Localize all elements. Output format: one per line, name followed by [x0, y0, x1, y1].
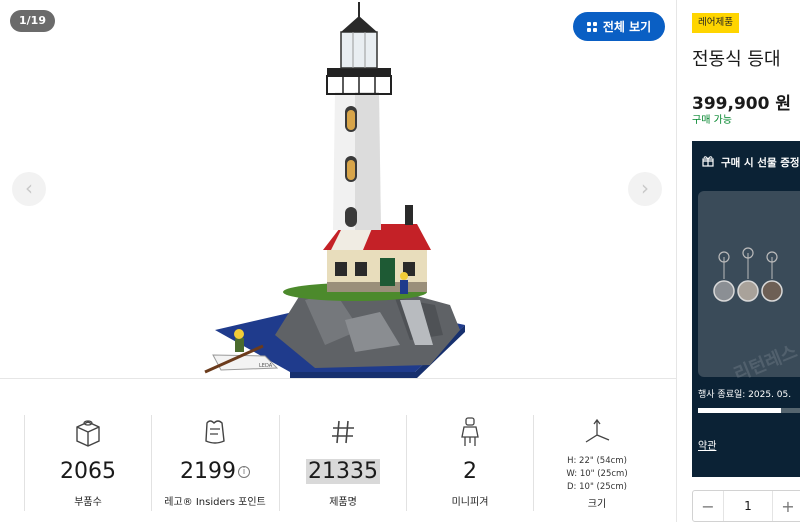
- spec-minifigures-label: 미니피겨: [451, 497, 489, 508]
- spec-item-number: 21335 제품명: [280, 415, 406, 511]
- prev-image-button[interactable]: ‹: [12, 172, 46, 206]
- spec-pieces-value: 2065: [60, 459, 116, 484]
- grid-icon: [586, 21, 597, 32]
- availability-status: 구매 가능: [692, 115, 732, 126]
- spec-pieces-label: 부품수: [74, 497, 102, 508]
- brick-icon: [25, 415, 151, 449]
- hash-icon: [280, 415, 406, 449]
- quantity-value[interactable]: 1: [723, 491, 773, 521]
- gift-promo-card: 구매 시 선물 증정 리턴레스 행사 종료일: 2025. 05. 약관: [692, 141, 800, 477]
- spec-item-number-value: 21335: [306, 459, 380, 484]
- minifigure-icon: [407, 415, 533, 449]
- spec-dimensions-label: 크기: [587, 499, 607, 510]
- gift-terms-link[interactable]: 약관: [698, 437, 716, 452]
- spec-minifigures-value: 2: [463, 459, 477, 484]
- spec-depth: D: 10" (25cm): [567, 482, 627, 492]
- view-all-label: 전체 보기: [602, 20, 652, 34]
- next-image-button[interactable]: ›: [628, 172, 662, 206]
- gift-progress-fill: [698, 408, 782, 413]
- spec-insiders-value: 2199: [180, 459, 236, 484]
- gift-progress-bar: [698, 408, 800, 413]
- spec-dimensions: H: 22" (54cm) W: 10" (25cm) D: 10" (25cm…: [534, 415, 660, 511]
- quantity-stepper: − 1 +: [692, 490, 800, 522]
- lighthouse-product-image: LEDA: [204, 2, 465, 378]
- spec-minifigures: 2 미니피겨: [407, 415, 533, 511]
- product-title: 전동식 등대: [692, 49, 781, 70]
- quantity-decrease-button[interactable]: −: [693, 497, 723, 516]
- product-specs: 2065 부품수 2199 i 레고® Insiders 포인트 21335 제품…: [0, 378, 676, 522]
- spec-width: W: 10" (25cm): [566, 469, 628, 479]
- spec-pieces: 2065 부품수: [25, 415, 151, 511]
- info-icon[interactable]: i: [238, 466, 250, 478]
- quantity-increase-button[interactable]: +: [773, 497, 800, 516]
- product-gallery: 1/19 전체 보기 ‹ › LEDA: [0, 0, 676, 378]
- spec-insiders-points: 2199 i 레고® Insiders 포인트: [152, 415, 278, 511]
- spec-height: H: 22" (54cm): [567, 456, 627, 466]
- image-counter: 1/19: [10, 10, 55, 32]
- gift-title: 구매 시 선물 증정: [721, 157, 800, 169]
- dimensions-icon: [534, 415, 660, 449]
- view-all-button[interactable]: 전체 보기: [573, 12, 665, 41]
- boat-name-label: LEDA: [259, 363, 273, 369]
- purchase-panel: 레어제품 전동식 등대 399,900 원 구매 가능 구매 시 선물 증정 리…: [676, 0, 800, 522]
- gift-icon: [702, 155, 714, 170]
- gift-end-date: 행사 종료일: 2025. 05.: [698, 390, 792, 400]
- insiders-icon: [152, 415, 278, 449]
- spec-insiders-label: 레고® Insiders 포인트: [164, 497, 266, 508]
- rare-product-badge: 레어제품: [692, 13, 739, 33]
- spec-item-number-label: 제품명: [329, 497, 357, 508]
